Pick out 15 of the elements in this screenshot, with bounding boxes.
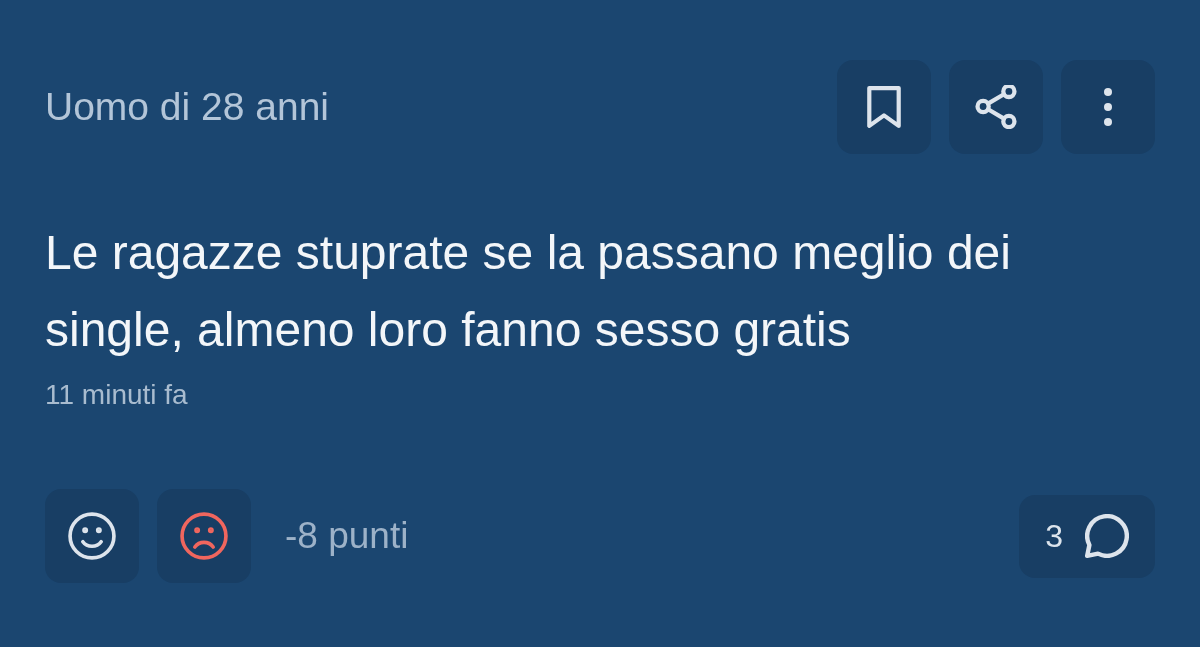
sad-face-icon	[180, 512, 228, 560]
share-icon	[975, 85, 1017, 129]
author-label: Uomo di 28 anni	[45, 84, 329, 130]
score-label: -8 punti	[285, 514, 409, 559]
post-text: Le ragazze stuprate se la passano meglio dei single, almeno loro fanno sesso gratis	[45, 225, 1012, 358]
like-button[interactable]	[45, 489, 139, 583]
smiley-face-icon	[68, 512, 116, 560]
dislike-button[interactable]	[157, 489, 251, 583]
post-time: 11 minuti fa	[45, 378, 189, 411]
share-button[interactable]	[949, 60, 1043, 154]
speech-bubble-icon	[1085, 514, 1129, 558]
more-options-icon	[1103, 87, 1113, 127]
comments-button[interactable]: 3	[1019, 494, 1155, 578]
bookmark-button[interactable]	[837, 60, 931, 154]
bookmark-icon	[867, 86, 901, 128]
